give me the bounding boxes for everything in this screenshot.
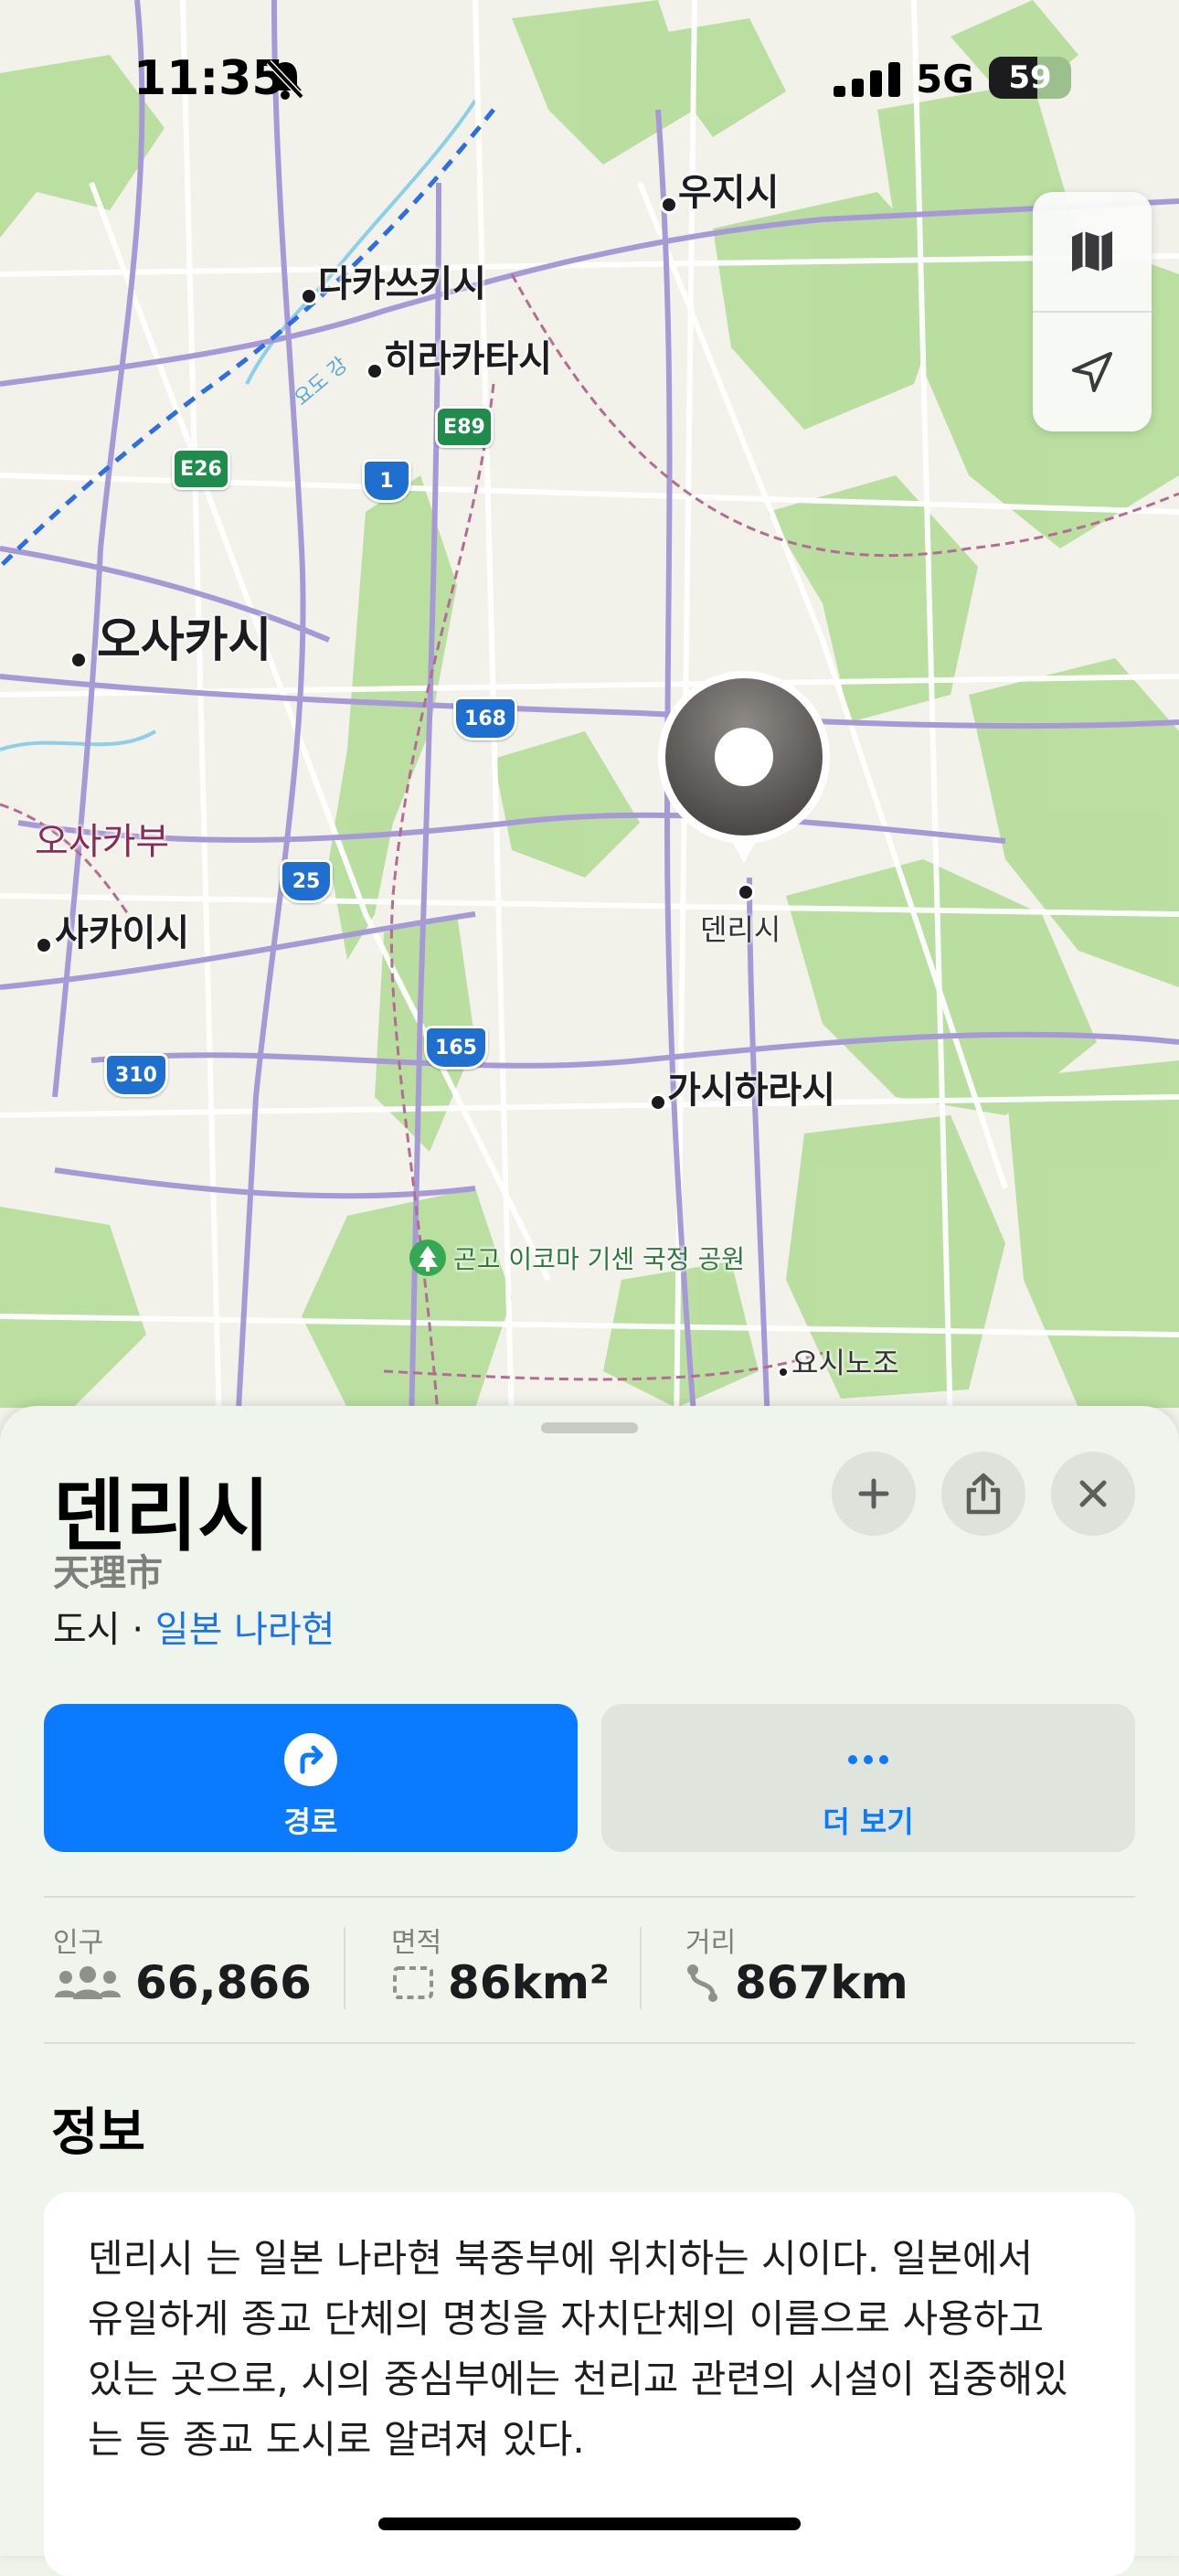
region-link[interactable]: 일본 나라현 <box>155 1609 335 1651</box>
route-shield-310: 310 <box>104 1053 168 1097</box>
sheet-grabber[interactable] <box>541 1422 638 1433</box>
stats-top-divider <box>44 1896 1135 1898</box>
type-separator: · <box>120 1609 155 1651</box>
kashihara-marker <box>649 1093 667 1112</box>
area-label: 면적 <box>391 1927 442 1959</box>
map-label-park[interactable]: 곤고 이코마 기센 국정 공원 <box>409 1240 745 1276</box>
place-type: 도시 <box>53 1609 121 1651</box>
selected-place-pin[interactable] <box>651 667 837 914</box>
distance-value: 867km <box>735 1956 908 2009</box>
info-section-title: 정보 <box>51 2103 146 2163</box>
ellipsis-icon <box>848 1755 888 1764</box>
status-time: 11:35 <box>133 51 285 106</box>
route-shield-1: 1 <box>362 459 411 503</box>
directions-button[interactable]: 경로 <box>44 1704 578 1852</box>
highway-shield-e89: E89 <box>435 406 494 448</box>
takatsuki-marker <box>300 287 318 305</box>
share-button[interactable] <box>941 1452 1025 1536</box>
map-label-kashihara[interactable]: 가시하라시 <box>667 1060 835 1113</box>
stat-separator <box>640 1927 642 2009</box>
map-label-hirakata[interactable]: 히라카타시 <box>384 329 552 382</box>
place-type-row: 도시 · 일본 나라현 <box>53 1600 335 1653</box>
population-label: 인구 <box>53 1927 104 1959</box>
directions-label: 경로 <box>283 1804 338 1839</box>
map-label-uji[interactable]: 우지시 <box>678 163 779 216</box>
map-mode-icon <box>1072 231 1112 271</box>
map-label-takatsuki[interactable]: 다카쓰키시 <box>318 254 486 307</box>
route-shield-25: 25 <box>280 859 333 903</box>
status-bar: 11:35 5G 59 <box>0 0 1179 155</box>
stats-bottom-divider <box>44 2042 1135 2044</box>
population-stat: 인구 66,866 <box>53 1920 312 2009</box>
add-button[interactable] <box>832 1452 916 1536</box>
map-mode-button[interactable] <box>1033 192 1152 311</box>
map-controls <box>1033 192 1152 431</box>
current-location-button[interactable] <box>1033 313 1152 431</box>
uji-marker <box>660 196 678 214</box>
area-stat: 면적 86km² <box>391 1920 610 2009</box>
park-label-text: 곤고 이코마 기센 국정 공원 <box>453 1244 745 1274</box>
distance-label: 거리 <box>685 1927 737 1959</box>
battery-percent: 59 <box>1008 59 1052 96</box>
route-shield-168: 168 <box>453 697 517 740</box>
place-card-sheet: 덴리시 天理市 도시 · 일본 나라현 경로 더 보기 인구 66,866 면적… <box>0 1406 1179 2576</box>
area-value: 86km² <box>448 1956 610 2009</box>
map-base <box>0 0 1179 1426</box>
info-description: 덴리시 는 일본 나라현 북중부에 위치하는 시이다. 일본에서 유일하게 종교… <box>88 2236 1068 2462</box>
yoshino-marker <box>777 1366 790 1378</box>
map-label-sakai[interactable]: 사카이시 <box>55 903 189 956</box>
signal-strength-icon <box>834 62 900 97</box>
stat-separator <box>344 1927 345 2009</box>
sakai-marker <box>35 936 53 954</box>
plus-icon <box>858 1478 889 1509</box>
turn-right-icon <box>284 1733 337 1786</box>
area-icon <box>393 1966 433 1999</box>
location-arrow-icon <box>1072 352 1112 392</box>
map-view[interactable]: 우지시 다카쓰키시 히라카타시 오사카시 오사카부 사카이시 덴리시 가시하라시… <box>0 0 1179 1426</box>
place-native-name: 天理市 <box>53 1551 163 1594</box>
silent-bell-icon <box>266 59 304 100</box>
network-type: 5G <box>916 57 974 101</box>
distance-stat: 거리 867km <box>685 1920 908 2009</box>
population-value: 66,866 <box>135 1956 312 2009</box>
close-icon <box>1079 1480 1107 1507</box>
map-label-osaka-prefecture[interactable]: 오사카부 <box>35 812 169 865</box>
map-label-yoshino[interactable]: 요시노조 <box>791 1340 899 1382</box>
share-icon <box>966 1473 1001 1515</box>
people-icon <box>55 1966 121 1999</box>
map-label-osaka[interactable]: 오사카시 <box>97 601 271 670</box>
more-button[interactable]: 더 보기 <box>601 1704 1135 1852</box>
close-button[interactable] <box>1051 1452 1135 1536</box>
distance-icon <box>687 1964 717 2002</box>
park-icon <box>409 1240 446 1276</box>
highway-shield-e26: E26 <box>172 448 230 490</box>
home-indicator[interactable] <box>378 2517 801 2530</box>
hirakata-marker <box>366 362 384 380</box>
osaka-marker <box>69 651 88 669</box>
route-shield-165: 165 <box>424 1026 488 1070</box>
more-label: 더 보기 <box>823 1804 914 1839</box>
battery-icon: 59 <box>989 57 1071 99</box>
